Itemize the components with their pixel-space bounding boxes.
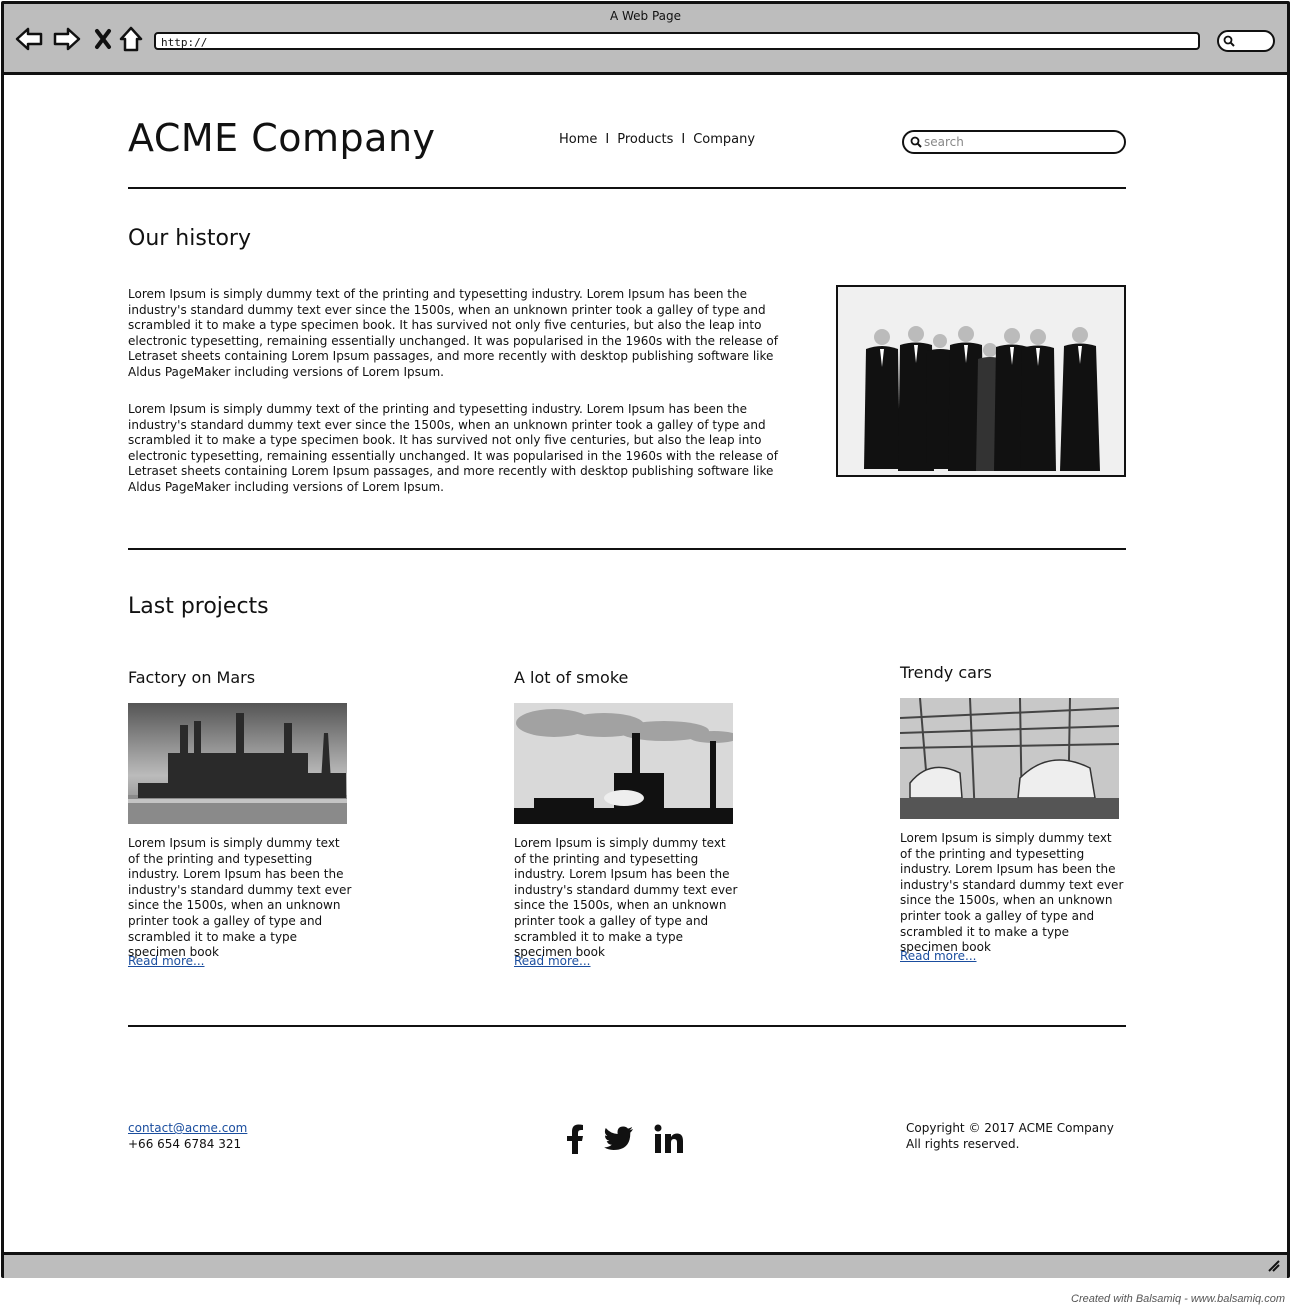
- site-search[interactable]: [902, 130, 1126, 154]
- project-title: Trendy cars: [900, 663, 992, 682]
- history-heading: Our history: [128, 226, 251, 251]
- car-factory-photo: [900, 698, 1119, 819]
- nav-products-link[interactable]: Products: [617, 132, 673, 147]
- forward-arrow-icon[interactable]: [52, 24, 82, 54]
- home-icon[interactable]: [116, 24, 146, 54]
- company-logo: ACME Company: [128, 116, 436, 160]
- project-description: Lorem Ipsum is simply dummy text of the …: [900, 831, 1124, 955]
- resize-grip-icon[interactable]: [1267, 1259, 1281, 1273]
- projects-divider: [128, 1025, 1126, 1027]
- read-more-link[interactable]: Read more...: [900, 949, 977, 963]
- address-bar[interactable]: http://: [154, 32, 1200, 50]
- read-more-link[interactable]: Read more...: [128, 954, 205, 968]
- project-title: Factory on Mars: [128, 668, 256, 687]
- browser-search-field[interactable]: [1217, 30, 1275, 52]
- nav-company-link[interactable]: Company: [693, 132, 755, 147]
- read-more-link[interactable]: Read more...: [514, 954, 591, 968]
- nav-home-link[interactable]: Home: [559, 132, 597, 147]
- contact-email-link[interactable]: contact@acme.com: [128, 1121, 247, 1135]
- back-arrow-icon[interactable]: [14, 24, 44, 54]
- twitter-icon[interactable]: [604, 1126, 634, 1152]
- search-icon: [1223, 35, 1235, 47]
- balsamiq-credit: Created with Balsamiq - www.balsamiq.com: [1071, 1293, 1285, 1305]
- nav-separator: I: [605, 132, 610, 147]
- facebook-icon[interactable]: [566, 1124, 584, 1154]
- header-divider: [128, 187, 1126, 189]
- social-links: [566, 1124, 684, 1154]
- history-paragraph-2: Lorem Ipsum is simply dummy text of the …: [128, 402, 778, 494]
- copyright-notice: Copyright © 2017 ACME Company All rights…: [906, 1120, 1114, 1152]
- contact-phone: +66 654 6784 321: [128, 1137, 242, 1151]
- nav-separator: I: [681, 132, 686, 147]
- project-title: A lot of smoke: [514, 668, 629, 687]
- browser-window: A Web Page http:// ACME Company Home I P…: [1, 1, 1290, 1278]
- copyright-line: Copyright © 2017 ACME Company: [906, 1121, 1114, 1135]
- footer-contact: contact@acme.com +66 654 6784 321: [128, 1120, 247, 1152]
- smoke-stacks-photo: [514, 703, 733, 824]
- linkedin-icon[interactable]: [654, 1124, 684, 1154]
- window-title: A Web Page: [609, 9, 682, 23]
- power-station-photo: [128, 703, 347, 824]
- history-paragraph-1: Lorem Ipsum is simply dummy text of the …: [128, 287, 778, 379]
- project-description: Lorem Ipsum is simply dummy text of the …: [514, 836, 738, 960]
- stop-icon[interactable]: [88, 24, 118, 54]
- browser-toolbar: A Web Page http://: [4, 4, 1287, 75]
- project-description: Lorem Ipsum is simply dummy text of the …: [128, 836, 352, 960]
- rights-line: All rights reserved.: [906, 1137, 1020, 1151]
- search-icon: [910, 136, 922, 148]
- history-divider: [128, 548, 1126, 550]
- projects-heading: Last projects: [128, 594, 269, 619]
- top-navigation: Home I Products I Company: [559, 132, 755, 147]
- search-input[interactable]: [924, 133, 1114, 151]
- browser-status-bar: [4, 1252, 1287, 1278]
- team-photo: [836, 285, 1126, 477]
